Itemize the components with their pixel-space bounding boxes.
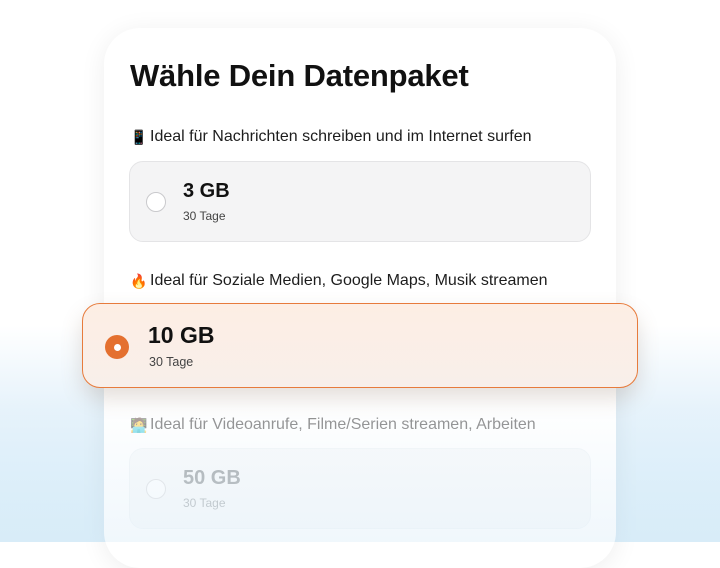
plan-duration: 30 Tage: [183, 496, 226, 510]
plan-duration: 30 Tage: [183, 209, 226, 223]
page-title: Wähle Dein Datenpaket: [130, 58, 469, 93]
laptop-person-icon: 🧑‍💻: [130, 417, 148, 433]
plan-option-50gb[interactable]: 50 GB 30 Tage: [129, 448, 591, 529]
mobile-phone-icon: 📱: [130, 129, 148, 145]
category-label-video: 🧑‍💻 Ideal für Videoanrufe, Filme/Serien …: [130, 416, 536, 434]
radio-button[interactable]: [146, 192, 166, 212]
plan-size: 10 GB: [148, 322, 215, 348]
radio-button-selected[interactable]: [105, 335, 129, 359]
plan-option-10gb[interactable]: 10 GB 30 Tage: [82, 303, 638, 388]
plan-size: 3 GB: [183, 180, 230, 202]
category-text: Ideal für Soziale Medien, Google Maps, M…: [150, 272, 548, 289]
plan-size: 50 GB: [183, 467, 241, 489]
category-label-messaging: 📱 Ideal für Nachrichten schreiben und im…: [130, 128, 532, 146]
radio-button[interactable]: [146, 479, 166, 499]
category-label-social: 🔥 Ideal für Soziale Medien, Google Maps,…: [130, 272, 548, 290]
category-text: Ideal für Nachrichten schreiben und im I…: [150, 128, 532, 145]
category-text: Ideal für Videoanrufe, Filme/Serien stre…: [150, 416, 536, 433]
plan-option-3gb[interactable]: 3 GB 30 Tage: [129, 161, 591, 242]
plan-duration: 30 Tage: [149, 355, 194, 369]
fire-icon: 🔥: [130, 273, 148, 289]
